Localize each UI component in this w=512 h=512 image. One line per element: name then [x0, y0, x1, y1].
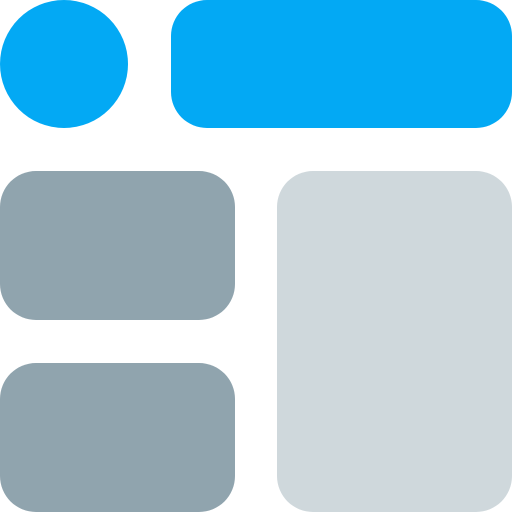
widget-block-top: [0, 171, 235, 320]
dashboard-layout-icon: [0, 0, 512, 512]
avatar-circle: [0, 0, 128, 128]
widget-block-bottom: [0, 363, 235, 512]
header-bar: [171, 0, 512, 128]
content-panel: [277, 171, 512, 512]
